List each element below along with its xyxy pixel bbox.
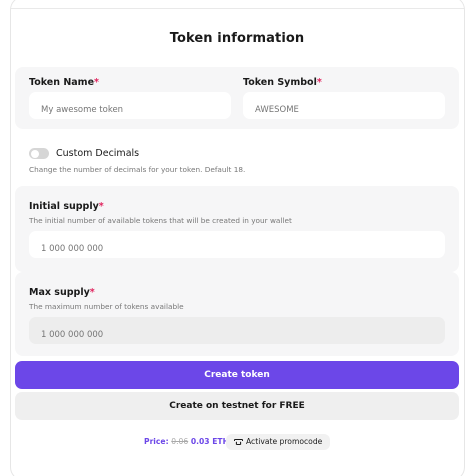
initial-supply-input[interactable]: [29, 231, 445, 258]
price-label: Price:: [144, 437, 169, 446]
token-name-input[interactable]: [29, 92, 231, 119]
divider: [10, 8, 465, 9]
custom-decimals-label: Custom Decimals: [56, 148, 140, 159]
price-new-value: 0.03 ETH: [190, 437, 229, 446]
token-symbol-label: Token Symbol*: [243, 77, 322, 88]
max-supply-input[interactable]: [29, 317, 445, 344]
price-old-value: 0.06: [171, 437, 189, 446]
initial-supply-hint: The initial number of available tokens t…: [29, 216, 292, 225]
toggle-knob: [30, 149, 39, 158]
create-token-button[interactable]: Create token: [15, 361, 459, 389]
ticket-icon: [232, 439, 245, 446]
page-title: Token information: [169, 31, 305, 46]
max-supply-label: Max supply*: [29, 287, 95, 298]
initial-supply-label: Initial supply*: [29, 201, 104, 212]
promocode-label: Activate promocode: [246, 437, 323, 446]
token-symbol-input[interactable]: [243, 92, 445, 119]
initial-supply-panel: [15, 186, 459, 272]
custom-decimals-hint: Change the number of decimals for your t…: [29, 165, 246, 174]
create-testnet-button[interactable]: Create on testnet for FREE: [15, 392, 459, 420]
max-supply-hint: The maximum number of tokens available: [29, 302, 184, 311]
token-name-label: Token Name*: [29, 77, 99, 88]
price-text: Price: 0.06 0.03 ETH: [144, 437, 229, 446]
custom-decimals-toggle[interactable]: [29, 148, 49, 159]
activate-promocode-button[interactable]: Activate promocode: [226, 434, 330, 450]
